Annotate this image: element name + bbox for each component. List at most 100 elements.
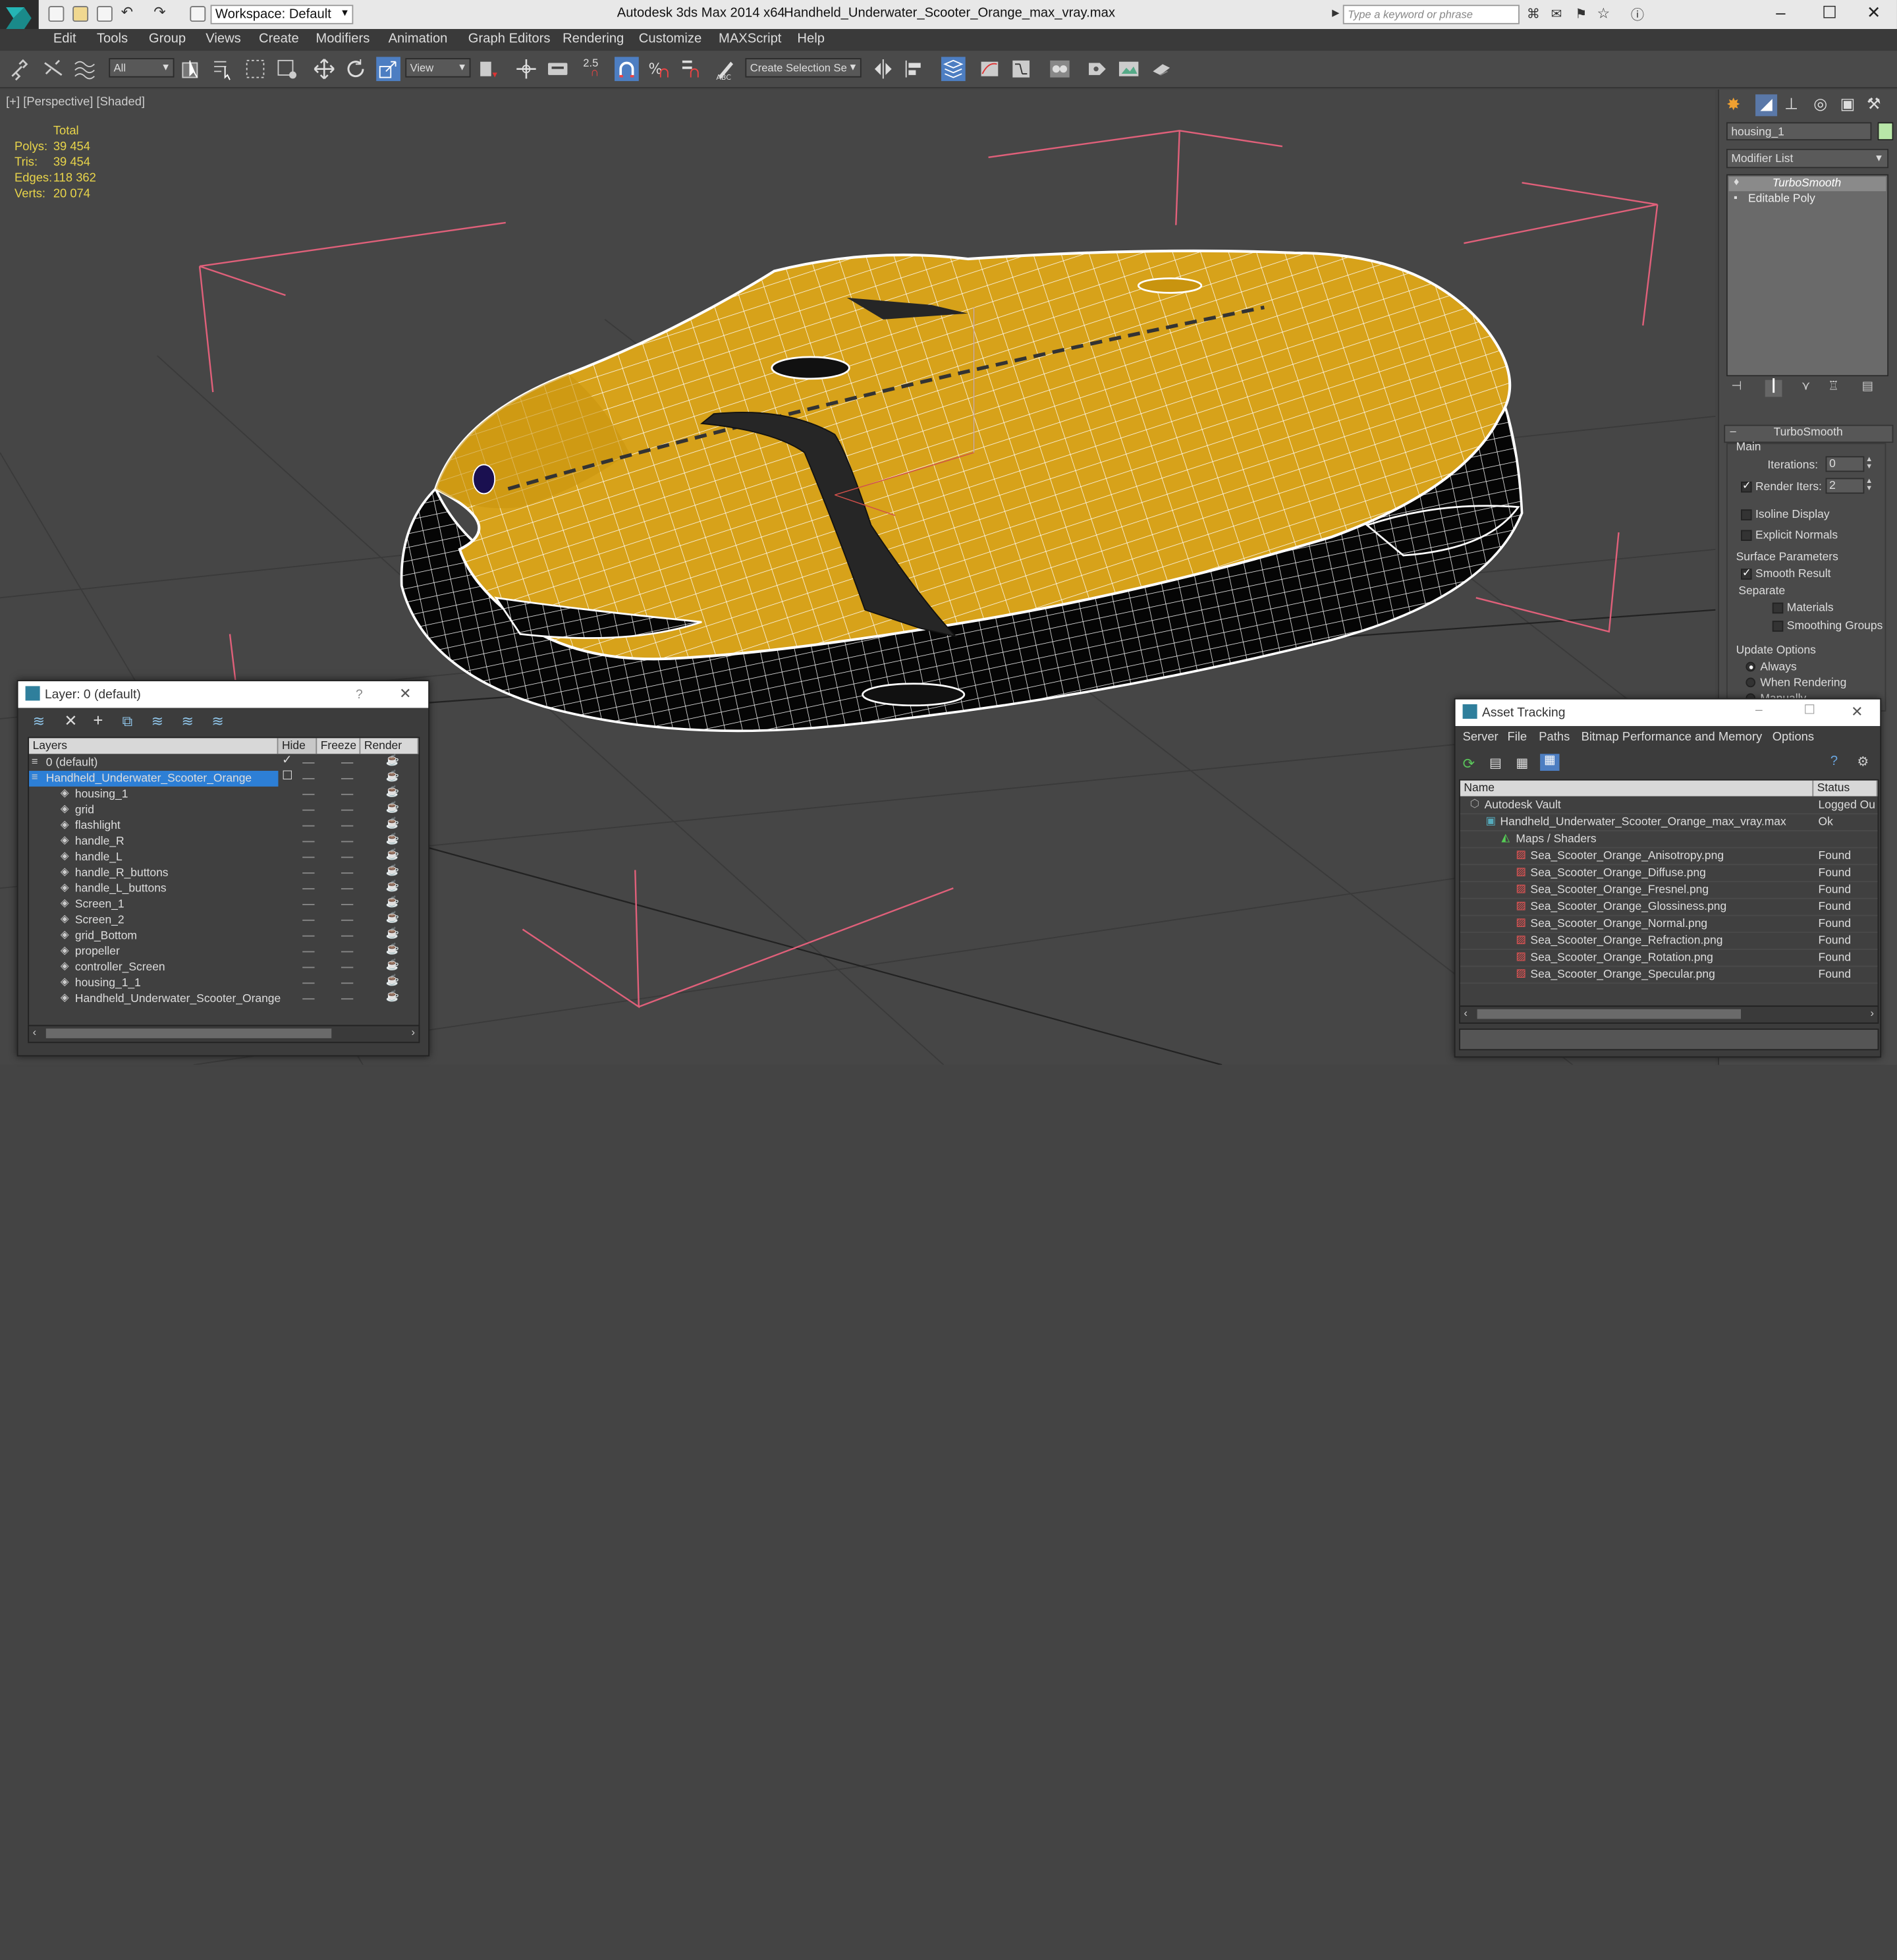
object-row[interactable]: ◈ Screen_2 ☕ <box>29 911 418 928</box>
menu-item[interactable]: Create <box>259 32 299 46</box>
menu-item[interactable]: Modifiers <box>316 32 370 46</box>
render-teapot-icon[interactable]: ☕ <box>386 974 400 988</box>
asset-row[interactable]: ▨ Sea_Scooter_Orange_Fresnel.png Found <box>1460 882 1878 899</box>
render-teapot-icon[interactable]: ☕ <box>386 864 400 877</box>
freeze-toggle[interactable] <box>341 856 354 858</box>
column-header-hide[interactable]: Hide <box>278 738 317 754</box>
stack-item-turbosmooth[interactable]: ♦ TurboSmooth <box>1728 175 1886 192</box>
material-editor-icon[interactable] <box>1048 57 1072 81</box>
maximize-button[interactable]: ☐ <box>1822 3 1837 23</box>
object-row[interactable]: ◈ propeller ☕ <box>29 943 418 960</box>
new-layer-icon[interactable]: ≋ <box>33 713 45 730</box>
render-teapot-icon[interactable]: ☕ <box>386 911 400 924</box>
table-view-icon[interactable]: ▦ <box>1540 754 1560 771</box>
select-in-layer-icon[interactable]: ⧉ <box>123 713 133 731</box>
asset-row[interactable]: ▨ Sea_Scooter_Orange_Anisotropy.png Found <box>1460 849 1878 866</box>
render-iters-checkbox[interactable]: ✓ <box>1741 479 1752 493</box>
window-crossing-icon[interactable] <box>275 57 299 81</box>
bind-space-warp-icon[interactable] <box>72 57 97 81</box>
layer-help-button[interactable]: ? <box>356 687 363 702</box>
motion-tab-icon[interactable]: ◎ <box>1813 94 1835 116</box>
menu-item[interactable]: MAXScript <box>719 32 781 46</box>
menu-item[interactable]: Edit <box>53 32 76 46</box>
asset-row[interactable]: ▨ Sea_Scooter_Orange_Specular.png Found <box>1460 967 1878 984</box>
freeze-toggle[interactable] <box>341 904 354 905</box>
snap-toggle-icon[interactable]: 2.5 ∩ <box>583 57 609 81</box>
render-teapot-icon[interactable]: ☕ <box>386 895 400 909</box>
delete-layer-icon[interactable]: ✕ <box>64 712 77 731</box>
communication-icon[interactable]: ✉ <box>1551 6 1562 22</box>
hide-toggle[interactable] <box>302 951 315 953</box>
select-object-icon[interactable] <box>179 57 204 81</box>
hide-toggle[interactable] <box>302 998 315 1000</box>
asset-window-titlebar[interactable]: Asset Tracking – ☐ ✕ <box>1455 699 1881 727</box>
render-teapot-icon[interactable]: ☕ <box>386 833 400 846</box>
named-selection-dropdown[interactable]: Create Selection Se ▼ <box>745 58 862 78</box>
hide-toggle[interactable] <box>302 935 315 937</box>
object-color-swatch[interactable] <box>1877 122 1894 141</box>
object-row[interactable]: ◈ Screen_1 ☕ <box>29 895 418 912</box>
search-input[interactable]: Type a keyword or phrase <box>1342 5 1520 24</box>
asset-row[interactable]: ▣ Handheld_Underwater_Scooter_Orange_max_… <box>1460 814 1878 831</box>
refresh-icon[interactable]: ⟳ <box>1463 755 1475 772</box>
pin-stack-icon[interactable]: ⊣ <box>1731 380 1742 393</box>
asset-minimize-button[interactable]: – <box>1755 703 1763 717</box>
show-end-result-icon[interactable]: ┃ <box>1765 379 1782 397</box>
freeze-toggle[interactable] <box>341 966 354 968</box>
open-file-icon[interactable] <box>72 6 89 22</box>
undo-icon[interactable]: ↶ <box>121 4 133 21</box>
asset-row[interactable]: ◭ Maps / Shaders <box>1460 831 1878 849</box>
freeze-all-layers-icon[interactable]: ≋ <box>211 713 223 730</box>
render-setup-icon[interactable] <box>1086 57 1110 81</box>
menu-item[interactable]: Help <box>797 32 825 46</box>
freeze-toggle[interactable] <box>341 951 354 953</box>
render-teapot-icon[interactable]: ☕ <box>386 817 400 830</box>
object-row[interactable]: ◈ housing_1_1 ☕ <box>29 974 418 991</box>
asset-maximize-button[interactable]: ☐ <box>1804 703 1815 717</box>
configure-sets-icon[interactable]: ▤ <box>1862 380 1873 393</box>
explicit-normals-checkbox[interactable] <box>1741 530 1752 542</box>
hide-toggle[interactable] <box>302 841 315 843</box>
layer-row[interactable]: ≡ 0 (default) ✓ ☕ <box>29 754 418 771</box>
viewport-label[interactable]: [+] [Perspective] [Shaded] <box>6 96 145 109</box>
asset-row[interactable]: ▨ Sea_Scooter_Orange_Glossiness.png Found <box>1460 899 1878 916</box>
object-row[interactable]: ◈ handle_L ☕ <box>29 849 418 865</box>
layer-close-button[interactable]: ✕ <box>399 685 411 702</box>
select-by-name-icon[interactable] <box>211 57 235 81</box>
column-header-freeze[interactable]: Freeze <box>317 738 361 754</box>
project-folder-icon[interactable] <box>190 6 206 22</box>
render-teapot-icon[interactable]: ☕ <box>386 959 400 972</box>
hide-toggle[interactable] <box>302 777 315 779</box>
menu-item[interactable]: Views <box>206 32 241 46</box>
always-radio[interactable] <box>1746 661 1756 672</box>
current-layer-check-icon[interactable]: ✓ <box>282 754 292 767</box>
smooth-result-checkbox[interactable]: ✓ <box>1741 567 1752 580</box>
binoculars-icon[interactable]: ⌘ <box>1527 6 1540 22</box>
menu-item[interactable]: Animation <box>389 32 448 46</box>
menu-item[interactable]: Customize <box>639 32 701 46</box>
iterations-spinner[interactable]: 0 <box>1825 456 1865 472</box>
freeze-toggle[interactable] <box>341 935 354 937</box>
render-teapot-icon[interactable]: ☕ <box>386 880 400 893</box>
render-iters-spinner[interactable]: 2 <box>1825 478 1865 494</box>
curve-editor-icon[interactable] <box>977 57 1002 81</box>
materials-checkbox[interactable] <box>1772 602 1784 614</box>
hide-toggle[interactable] <box>302 904 315 905</box>
freeze-toggle[interactable] <box>341 919 354 921</box>
render-teapot-icon[interactable]: ☕ <box>386 927 400 940</box>
layer-horizontal-scrollbar[interactable]: ‹ › <box>28 1024 420 1044</box>
keyboard-shortcut-icon[interactable] <box>545 57 570 81</box>
render-teapot-icon[interactable]: ☕ <box>386 754 400 767</box>
thumbnail-view-icon[interactable]: ▦ <box>1516 755 1528 771</box>
modifier-list-dropdown[interactable]: Modifier List ▼ <box>1726 148 1889 169</box>
help-icon[interactable]: ⓘ <box>1631 5 1644 24</box>
render-teapot-icon[interactable]: ☕ <box>386 943 400 956</box>
minimize-button[interactable]: – <box>1776 3 1785 22</box>
column-header-name[interactable]: Name <box>1460 780 1814 797</box>
hide-toggle[interactable] <box>302 809 315 811</box>
search-expand-icon[interactable]: ▶ <box>1332 7 1339 18</box>
spinner-arrows-icon[interactable]: ▲ ▼ <box>1865 456 1873 470</box>
angle-snap-icon[interactable] <box>615 57 639 82</box>
when-rendering-radio[interactable] <box>1746 677 1756 688</box>
freeze-toggle[interactable] <box>341 793 354 795</box>
